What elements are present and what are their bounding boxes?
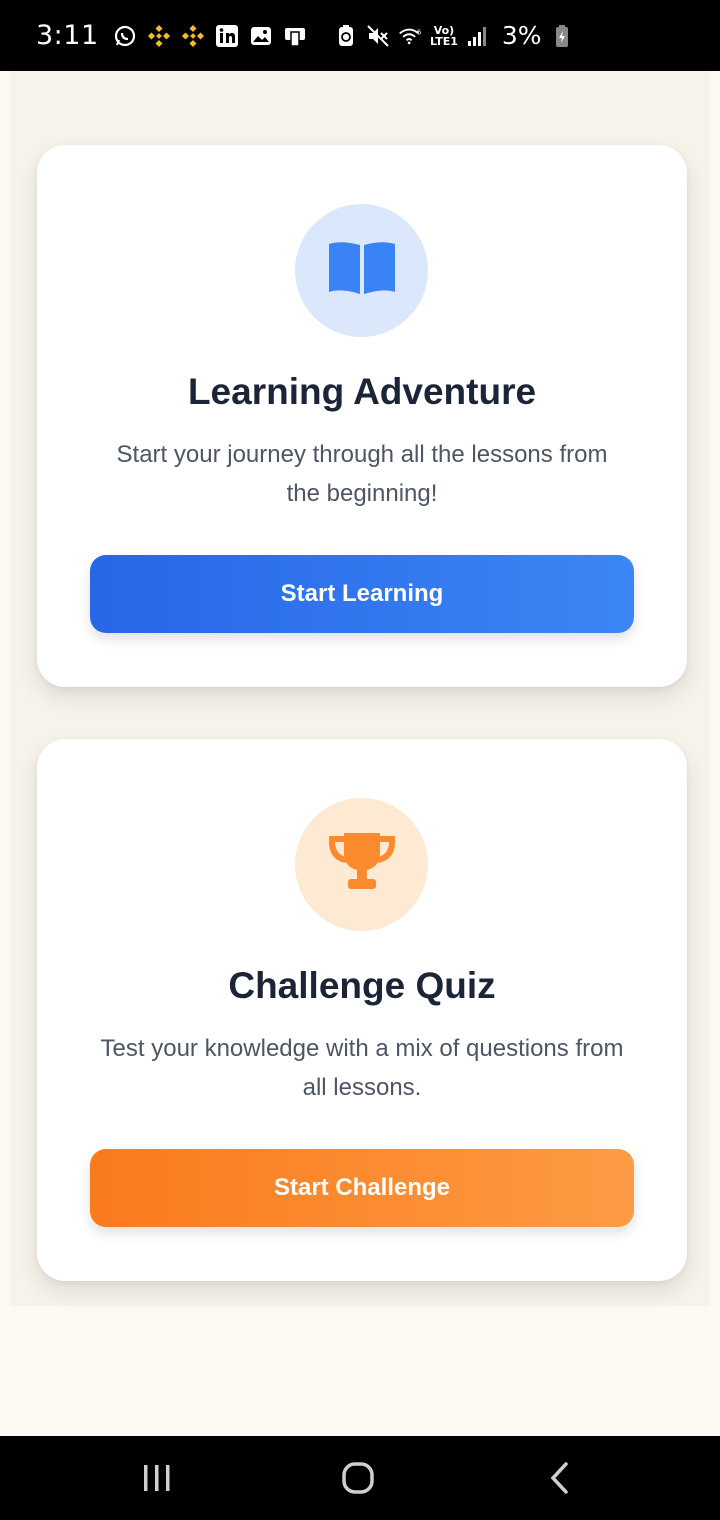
card-description: Test your knowledge with a mix of questi… [100,1035,624,1101]
status-time: 3:11 [36,20,99,51]
cast-icon [283,24,307,48]
trophy-icon [327,831,397,898]
learning-adventure-card: Learning Adventure Start your journey th… [37,145,687,687]
volte-indicator: Vo) LTE1 [430,23,458,48]
signal-icon [466,24,490,48]
back-icon[interactable] [530,1458,590,1498]
binance-icon [181,24,205,48]
start-learning-button[interactable]: Start Learning [90,555,634,633]
start-challenge-button[interactable]: Start Challenge [90,1149,634,1227]
card-description: Start your journey through all the lesso… [116,441,608,507]
card-title: Challenge Quiz [228,965,496,1006]
recents-icon[interactable] [127,1458,187,1498]
challenge-quiz-card: Challenge Quiz Test your knowledge with … [37,739,687,1281]
trophy-icon-badge [295,798,428,931]
battery-icon [550,24,574,48]
wifi-icon: 6 [398,24,422,48]
binance-icon [147,24,171,48]
book-icon [327,240,397,301]
main-content: Learning Adventure Start your journey th… [10,71,710,1306]
linkedin-icon [215,24,239,48]
status-bar: 3:11 6 Vo) LTE1 3% [0,0,720,71]
mute-icon [366,24,390,48]
battery-percent: 3% [501,21,542,50]
gallery-icon [249,24,273,48]
whatsapp-icon [113,24,137,48]
home-icon[interactable] [328,1458,388,1498]
svg-text:6: 6 [417,28,421,36]
card-title: Learning Adventure [187,371,537,412]
book-icon-badge [295,204,428,337]
navigation-bar [0,1436,720,1520]
battery-saver-icon [334,24,358,48]
